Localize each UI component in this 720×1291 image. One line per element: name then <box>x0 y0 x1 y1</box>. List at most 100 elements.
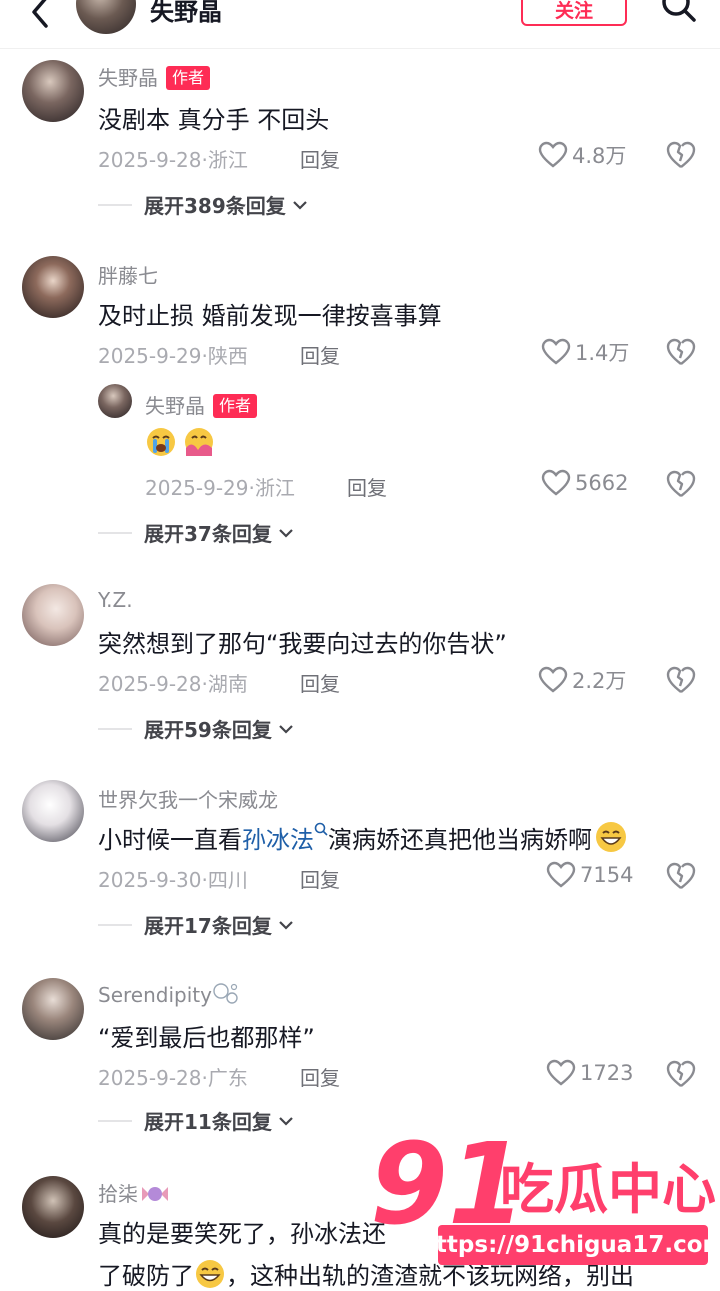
grinning-face-emoji-icon <box>596 822 626 852</box>
comment-text-part: 了破防了 <box>98 1262 194 1290</box>
reply-button[interactable]: 回复 <box>300 1062 340 1091</box>
bubbles-emoji-icon <box>213 983 238 1004</box>
comment-username[interactable]: 世界欠我一个宋威龙 <box>98 784 278 813</box>
heart-icon <box>541 469 571 496</box>
broken-heart-icon[interactable] <box>665 469 697 499</box>
divider <box>98 1119 132 1122</box>
comment-text: 突然想到了那句“我要向过去的你告状” <box>98 630 507 658</box>
avatar[interactable] <box>22 584 84 646</box>
avatar[interactable] <box>22 978 84 1040</box>
heart-icon <box>546 861 576 888</box>
expand-replies-button[interactable]: 展开59条回复 <box>98 714 294 743</box>
broken-heart-icon[interactable] <box>665 665 697 695</box>
like-count: 5662 <box>575 471 629 495</box>
heart-icon <box>541 338 571 365</box>
reply-username[interactable]: 失野晶 作者 <box>145 390 258 419</box>
divider <box>98 727 132 730</box>
comment-text: 没剧本 真分手 不回头 <box>98 106 330 134</box>
like-button[interactable]: 7154 <box>546 861 633 889</box>
reply-button[interactable]: 回复 <box>300 340 340 369</box>
comment-date-location: 2025-9-28·湖南 <box>98 672 248 696</box>
top-bar: 失野晶 关注 <box>0 0 720 49</box>
reply-avatar[interactable] <box>98 384 132 418</box>
author-badge: 作者 <box>213 394 258 418</box>
search-link[interactable]: 孙冰法 <box>242 826 314 854</box>
expand-replies-text: 展开17条回复 <box>144 914 272 938</box>
comment-text: 及时止损 婚前发现一律按喜事算 <box>98 302 442 330</box>
expand-replies-text: 展开389条回复 <box>144 194 286 218</box>
comment-username[interactable]: 失野晶 作者 <box>98 62 211 91</box>
author-badge: 作者 <box>166 66 211 90</box>
like-count: 1.4万 <box>575 341 630 365</box>
like-button[interactable]: 4.8万 <box>538 140 626 170</box>
comment-username[interactable]: Serendipity <box>98 982 240 1007</box>
broken-heart-icon[interactable] <box>665 337 697 367</box>
watermark-logo: 91 吃瓜中心 https://91chigua17.com <box>368 1125 720 1280</box>
grinning-face-emoji-icon <box>196 1260 224 1288</box>
candy-emoji-icon <box>142 1187 168 1201</box>
search-icon[interactable] <box>656 0 700 30</box>
expand-replies-text: 展开37条回复 <box>144 522 272 546</box>
expand-replies-button[interactable]: 展开17条回复 <box>98 910 294 939</box>
broken-heart-icon[interactable] <box>665 861 697 891</box>
comment-text-part: 小时候一直看 <box>98 826 242 854</box>
like-button[interactable]: 1723 <box>546 1059 633 1087</box>
avatar[interactable] <box>22 1176 84 1238</box>
expand-replies-button[interactable]: 展开11条回复 <box>98 1106 294 1135</box>
divider <box>98 531 132 534</box>
comment-date-location: 2025-9-30·四川 <box>98 868 248 892</box>
username-text[interactable]: 失野晶 <box>145 394 205 418</box>
username-text[interactable]: Serendipity <box>98 983 212 1007</box>
heart-icon <box>538 141 568 168</box>
expand-replies-text: 展开11条回复 <box>144 1110 272 1134</box>
heart-icon <box>538 666 568 693</box>
comment-username[interactable]: 胖藤七 <box>98 260 158 289</box>
broken-heart-icon[interactable] <box>665 1059 697 1089</box>
username-text[interactable]: 拾柒 <box>98 1182 138 1206</box>
reply-button[interactable]: 回复 <box>300 668 340 697</box>
header-username[interactable]: 失野晶 <box>150 0 222 27</box>
reply-emoji-content <box>145 426 216 462</box>
reply-button[interactable]: 回复 <box>347 472 387 501</box>
like-count: 2.2万 <box>572 669 627 693</box>
hugging-face-emoji-icon <box>185 428 214 456</box>
divider <box>98 203 132 206</box>
watermark-name: 吃瓜中心 <box>500 1158 716 1221</box>
reply-button[interactable]: 回复 <box>300 864 340 893</box>
comment-text: 小时候一直看孙冰法 演病娇还真把他当病娇啊 <box>98 820 628 855</box>
like-button[interactable]: 2.2万 <box>538 665 626 695</box>
comment-username[interactable]: 拾柒 <box>98 1178 170 1207</box>
comment-date-location: 2025-9-28·广东 <box>98 1066 248 1090</box>
like-button[interactable]: 1.4万 <box>541 337 629 367</box>
expand-replies-button[interactable]: 展开37条回复 <box>98 518 294 547</box>
username-text[interactable]: 失野晶 <box>98 66 158 90</box>
chevron-down-icon <box>279 528 293 538</box>
divider <box>98 923 132 926</box>
heart-icon <box>546 1059 576 1086</box>
avatar[interactable] <box>22 60 84 122</box>
broken-heart-icon[interactable] <box>665 140 697 170</box>
watermark-url: https://91chigua17.com <box>420 1225 720 1265</box>
comment-text: “爱到最后也都那样” <box>98 1024 315 1052</box>
chevron-down-icon <box>292 200 307 210</box>
follow-button[interactable]: 关注 <box>521 0 627 26</box>
chevron-down-icon <box>279 1116 293 1126</box>
avatar[interactable] <box>22 780 84 842</box>
chevron-down-icon <box>279 724 293 734</box>
like-count: 7154 <box>580 863 634 887</box>
comment-date-location: 2025-9-28·浙江 <box>98 148 248 172</box>
comment-text-part: 演病娇还真把他当病娇啊 <box>328 826 592 854</box>
reply-button[interactable]: 回复 <box>300 144 340 173</box>
expand-replies-text: 展开59条回复 <box>144 718 272 742</box>
comment-text-line1: 真的是要笑死了，孙冰法还 <box>98 1220 386 1248</box>
like-button[interactable]: 5662 <box>541 469 628 497</box>
expand-replies-button[interactable]: 展开389条回复 <box>98 190 308 219</box>
like-count: 4.8万 <box>572 144 627 168</box>
back-arrow-icon[interactable] <box>20 0 60 34</box>
search-link-icon[interactable] <box>314 822 328 838</box>
header-avatar[interactable] <box>76 0 136 34</box>
comment-username[interactable]: Y.Z. <box>98 588 133 612</box>
avatar[interactable] <box>22 256 84 318</box>
comment-date-location: 2025-9-29·陕西 <box>98 344 248 368</box>
like-count: 1723 <box>580 1061 634 1085</box>
